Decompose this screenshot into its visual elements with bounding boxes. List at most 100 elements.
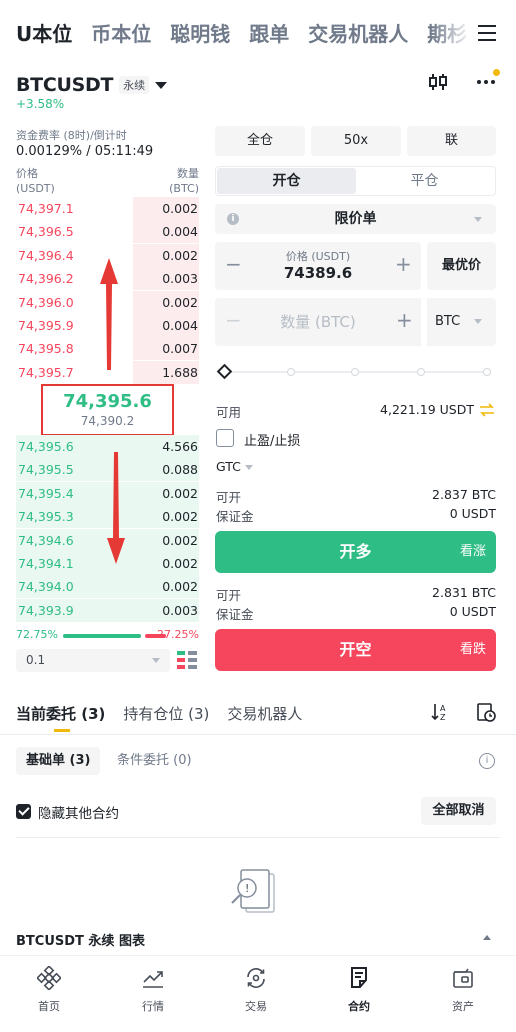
candlestick-chart-icon[interactable]	[428, 72, 448, 92]
more-icon[interactable]	[476, 72, 496, 92]
nav-futures[interactable]: 合约	[319, 956, 399, 1032]
available-value: 4,221.19 USDT	[380, 402, 474, 417]
home-logo-icon	[37, 966, 61, 990]
qty-column-label: 数量	[177, 167, 199, 180]
nav-home[interactable]: 首页	[9, 956, 89, 1032]
order-type-select[interactable]: i 限价单	[215, 204, 496, 234]
bottom-nav: 首页 行情 交易 合约 资产	[0, 955, 516, 1032]
bid-price: 74,394.0	[18, 579, 74, 595]
short-max-open-value: 2.831 BTC	[432, 585, 496, 600]
precision-value: 0.1	[26, 653, 46, 667]
transfer-icon[interactable]	[479, 402, 495, 418]
tab-open-orders[interactable]: 当前委托 (3)	[16, 703, 105, 724]
price-input[interactable]: − 价格 (USDT) 74389.6 +	[215, 242, 421, 290]
bid-price: 74,395.3	[18, 509, 74, 525]
short-margin-value: 0 USDT	[449, 604, 496, 619]
contract-type-badge: 永续	[119, 76, 150, 94]
open-long-label: 开多	[339, 542, 372, 561]
tab-trading-bots[interactable]: 交易机器人	[308, 18, 408, 47]
info-icon[interactable]: i	[479, 753, 495, 769]
qty-column-unit: (BTC)	[169, 182, 199, 195]
tab-trading-bots-orders[interactable]: 交易机器人	[227, 703, 302, 724]
slider-tick[interactable]	[287, 368, 295, 376]
slider-tick[interactable]	[417, 368, 425, 376]
arrow-up-annotation	[100, 258, 118, 370]
active-tab-indicator	[54, 729, 70, 732]
bid-quantity: 0.002	[162, 532, 198, 548]
quantity-input[interactable]: − 数量 (BTC) + BTC	[215, 298, 496, 346]
tab-coinm[interactable]: 币本位	[91, 18, 151, 47]
qty-increment-button[interactable]: +	[396, 310, 413, 330]
ask-row[interactable]: 74,396.5 0.004	[16, 220, 199, 244]
chart-bar-label[interactable]: BTCUSDT 永续 图表	[16, 930, 145, 949]
orderbook-layout-icon[interactable]	[177, 651, 197, 669]
caret-up-icon[interactable]	[483, 935, 491, 940]
bid-price: 74,393.9	[18, 602, 74, 618]
symbol-selector[interactable]: BTCUSDT 永续	[16, 74, 168, 96]
conditional-orders-chip[interactable]: 条件委托 (0)	[117, 747, 192, 775]
buy-ratio: 72.75%	[16, 628, 58, 641]
bid-row[interactable]: 74,393.9 0.003	[16, 598, 199, 622]
mark-price: 74,390.2	[80, 414, 135, 428]
short-max-open-label: 可开	[216, 588, 242, 603]
long-max-open-value: 2.837 BTC	[432, 487, 496, 502]
nav-assets[interactable]: 资产	[423, 956, 503, 1032]
trade-swap-icon	[247, 968, 265, 988]
precision-select[interactable]: 0.1	[16, 649, 170, 672]
svg-text:!: !	[245, 882, 249, 895]
order-history-icon[interactable]	[476, 702, 496, 722]
tab-smart-money[interactable]: 聪明钱	[170, 18, 230, 47]
svg-text:Z: Z	[440, 713, 446, 722]
position-mode-button[interactable]: 联	[407, 126, 496, 156]
tpsl-checkbox[interactable]	[216, 429, 234, 447]
tab-close[interactable]: 平仓	[355, 168, 494, 194]
quantity-placeholder: 数量 (BTC)	[280, 313, 356, 331]
ask-price: 74,395.7	[18, 364, 74, 380]
leverage-button[interactable]: 50x	[311, 126, 401, 156]
sell-ratio: 27.25%	[157, 628, 199, 641]
tpsl-label: 止盈/止损	[244, 434, 301, 449]
bullish-label: 看涨	[459, 544, 486, 559]
slider-tick[interactable]	[351, 368, 359, 376]
ask-row[interactable]: 74,397.1 0.002	[16, 197, 199, 220]
last-price: 74,395.6	[63, 391, 152, 412]
price-change: +3.58%	[16, 97, 65, 111]
caret-down-icon	[152, 658, 160, 663]
funding-label: 资金费率 (8时)/倒计时	[16, 129, 127, 142]
slider-knob[interactable]	[216, 363, 233, 380]
wallet-icon	[453, 968, 473, 988]
ask-quantity: 0.002	[162, 201, 198, 216]
slider-tick[interactable]	[483, 368, 491, 376]
futures-document-icon	[351, 967, 367, 988]
tab-positions[interactable]: 持有仓位 (3)	[123, 703, 209, 724]
best-price-button[interactable]: 最优价	[427, 242, 496, 290]
nav-trade[interactable]: 交易	[216, 956, 296, 1032]
short-margin-label: 保证金	[216, 607, 254, 622]
bid-row[interactable]: 74,394.0 0.002	[16, 575, 199, 599]
bid-quantity: 0.002	[162, 556, 198, 571]
tab-usdm[interactable]: U本位	[16, 18, 72, 47]
price-increment-button[interactable]: +	[395, 254, 412, 274]
long-max-open-label: 可开	[216, 490, 242, 505]
caret-down-icon	[474, 319, 482, 324]
cancel-all-button[interactable]: 全部取消	[421, 797, 496, 825]
bid-price: 74,394.1	[18, 556, 74, 571]
nav-markets[interactable]: 行情	[113, 956, 193, 1032]
sort-icon[interactable]: A Z	[430, 702, 450, 722]
last-price-box[interactable]: 74,395.6 74,390.2	[41, 384, 174, 436]
margin-mode-button[interactable]: 全仓	[215, 126, 305, 156]
hide-other-contracts-checkbox[interactable]	[16, 804, 31, 819]
open-short-button[interactable]: 开空 看跌	[215, 629, 496, 671]
time-in-force-select[interactable]: GTC	[216, 459, 253, 474]
open-short-label: 开空	[339, 640, 372, 659]
empty-orders-icon: !	[231, 869, 275, 913]
tab-copy-trading[interactable]: 跟单	[249, 18, 289, 47]
tab-open[interactable]: 开仓	[217, 168, 356, 194]
basic-orders-chip[interactable]: 基础单 (3)	[16, 747, 101, 775]
quantity-slider[interactable]	[216, 363, 492, 380]
ask-quantity: 0.004	[162, 224, 198, 240]
menu-icon[interactable]	[466, 18, 506, 48]
quantity-unit[interactable]: BTC	[435, 298, 460, 346]
orders-tabs: 当前委托 (3) 持有仓位 (3) 交易机器人	[16, 703, 302, 724]
open-long-button[interactable]: 开多 看涨	[215, 531, 496, 573]
